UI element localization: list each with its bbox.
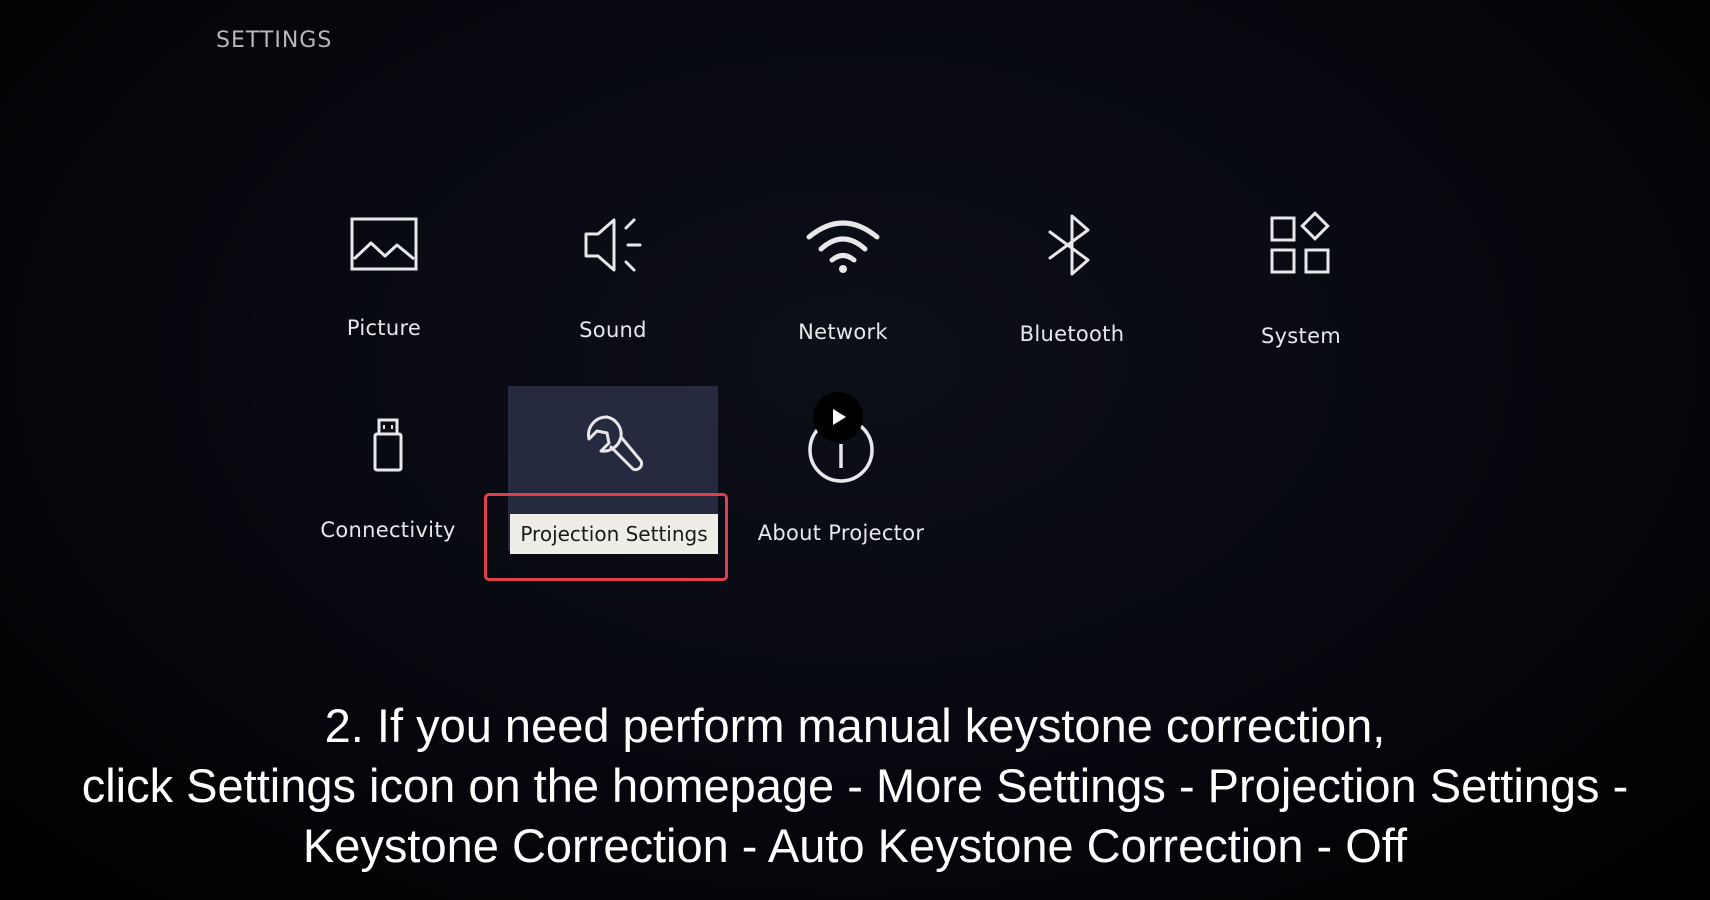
menu-item-bluetooth[interactable]: Bluetooth xyxy=(967,200,1177,350)
instruction-caption: 2. If you need perform manual keystone c… xyxy=(0,696,1710,876)
screen-title: SETTINGS xyxy=(216,28,333,53)
projector-settings-screen: SETTINGS Picture Sound Network Bluetooth… xyxy=(0,0,1710,900)
menu-item-label: System xyxy=(1260,324,1342,348)
menu-item-label: Network xyxy=(798,320,888,344)
menu-item-sound[interactable]: Sound xyxy=(508,200,718,350)
apps-grid-icon xyxy=(1256,200,1346,290)
play-icon xyxy=(833,409,846,425)
menu-item-label: Sound xyxy=(579,318,647,342)
menu-item-picture[interactable]: Picture xyxy=(279,200,489,350)
video-play-button[interactable] xyxy=(813,392,863,442)
menu-item-label: Connectivity xyxy=(320,518,456,542)
highlight-annotation xyxy=(484,493,728,581)
caption-line-3: Keystone Correction - Auto Keystone Corr… xyxy=(302,819,1408,872)
caption-line-2: click Settings icon on the homepage - Mo… xyxy=(81,759,1629,812)
picture-icon xyxy=(339,200,429,290)
speaker-icon xyxy=(568,200,658,290)
usb-drive-icon xyxy=(343,400,433,490)
menu-item-connectivity[interactable]: Connectivity xyxy=(283,400,493,550)
menu-item-network[interactable]: Network xyxy=(738,200,948,350)
menu-item-label: Bluetooth xyxy=(1019,322,1125,346)
menu-item-label: About Projector xyxy=(757,521,925,545)
wrench-icon xyxy=(568,400,658,490)
menu-item-system[interactable]: System xyxy=(1196,200,1406,350)
caption-line-1: 2. If you need perform manual keystone c… xyxy=(324,699,1386,752)
wifi-icon xyxy=(798,200,888,290)
bluetooth-icon xyxy=(1027,200,1117,290)
menu-item-label: Picture xyxy=(346,316,422,340)
